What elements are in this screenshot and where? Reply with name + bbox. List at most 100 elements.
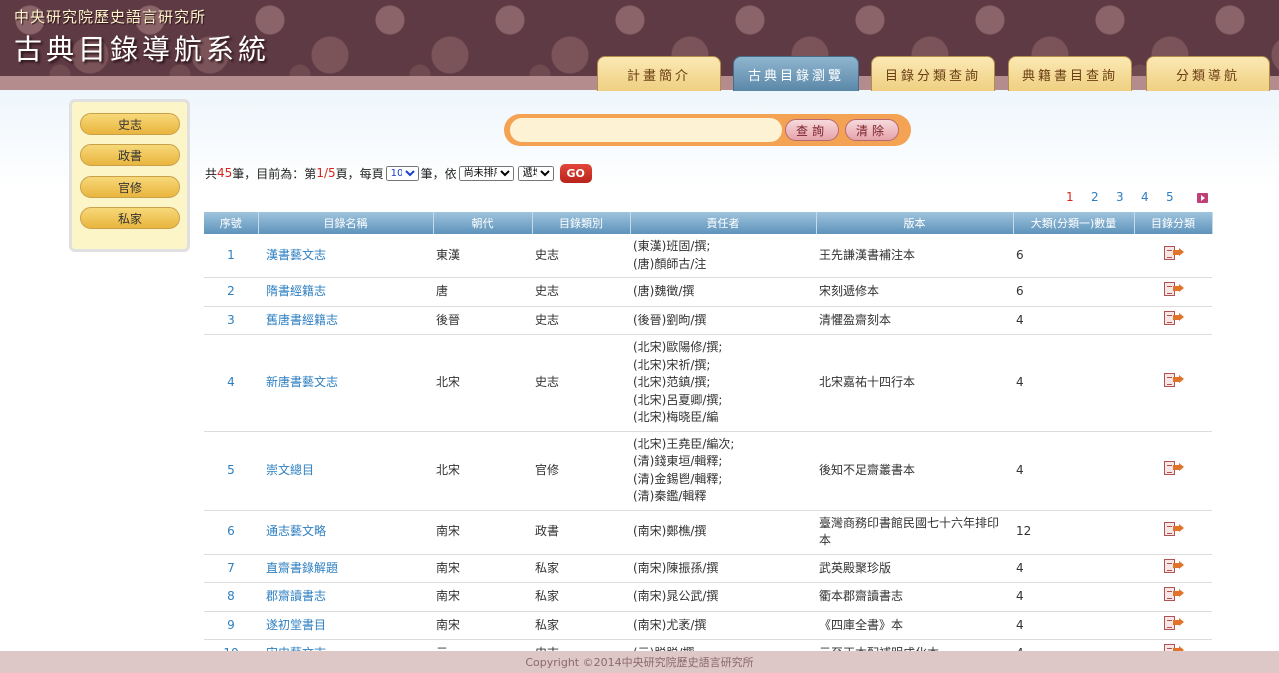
catalog-export-icon[interactable] [1164, 615, 1184, 630]
table-row: 6 通志藝文略 南宋 政書 (南宋)鄭樵/撰 臺灣商務印書館民國七十六年排印本 12 [204, 510, 1212, 555]
cell-count: 4 [1013, 611, 1134, 640]
arrow-shape [1173, 560, 1184, 569]
catalog-title-link[interactable]: 舊唐書經籍志 [266, 313, 338, 327]
cell-dynasty: 南宋 [433, 510, 532, 555]
cell-no: 7 [204, 554, 258, 583]
table-row: 8 郡齋讀書志 南宋 私家 (南宋)晁公武/撰 衢本郡齋讀書志 4 [204, 582, 1212, 612]
cell-title: 直齋書錄解題 [258, 554, 433, 583]
cell-dynasty: 東漢 [433, 234, 532, 278]
cell-edition: 宋刻遞修本 [816, 277, 1013, 307]
cell-no: 5 [204, 431, 258, 511]
catalog-title-link[interactable]: 崇文總目 [266, 463, 314, 477]
table-row: 9 遂初堂書目 南宋 私家 (南宋)尤袤/撰 《四庫全書》本 4 [204, 611, 1212, 640]
col-header-edition: 版本 [816, 212, 1014, 234]
catalog-export-icon[interactable] [1164, 373, 1184, 387]
col-header-catalog-class: 目錄分類 [1134, 212, 1213, 234]
sidebar-menu: 史志 政書 官修 私家 [69, 99, 190, 252]
catalog-title-link[interactable]: 通志藝文略 [266, 524, 326, 538]
sort-select[interactable]: 尚未排序 [458, 165, 514, 181]
row-number-link[interactable]: 2 [227, 284, 235, 298]
catalog-export-icon[interactable] [1164, 522, 1184, 537]
cell-category: 史志 [532, 277, 630, 307]
query-button[interactable]: 查詢 [785, 119, 839, 141]
search-input[interactable] [510, 118, 782, 142]
tab-project-intro[interactable]: 計畫簡介 [597, 56, 721, 91]
catalog-export-icon[interactable] [1164, 587, 1184, 601]
sidebar-item-zhengshu[interactable]: 政書 [80, 144, 180, 166]
per-page-select[interactable]: 10 [385, 165, 419, 181]
cell-responsibility: (北宋)王堯臣/編次; (清)錢東垣/輯釋; (清)金錫鬯/輯釋; (清)秦鑑/輯釋 [630, 431, 816, 511]
responsibility-line: (北宋)王堯臣/編次; [633, 436, 735, 451]
cell-edition: 清懼盈齋刻本 [816, 306, 1013, 335]
tab-category-navigation[interactable]: 分類導航 [1146, 56, 1270, 91]
cell-category: 史志 [532, 334, 630, 432]
cell-no: 9 [204, 611, 258, 640]
responsibility-line: (清)金錫鬯/輯釋; [633, 471, 723, 486]
row-number-link[interactable]: 1 [227, 248, 235, 262]
page-link-3[interactable]: 3 [1116, 190, 1124, 206]
order-select[interactable]: 遞增 [517, 165, 554, 181]
sidebar-item-guanxiu[interactable]: 官修 [80, 176, 180, 198]
cell-responsibility: (南宋)晁公武/撰 [630, 582, 816, 612]
cell-edition: 後知不足齋叢書本 [816, 431, 1013, 511]
catalog-export-icon[interactable] [1164, 558, 1184, 573]
cell-count: 4 [1013, 334, 1134, 432]
total-prefix: 共 [205, 166, 218, 181]
catalog-export-icon[interactable] [1164, 282, 1184, 296]
sidebar-item-sijia[interactable]: 私家 [80, 207, 180, 229]
arrow-shape [1173, 589, 1184, 597]
cell-responsibility: (南宋)陳振孫/撰 [630, 554, 816, 583]
footer: Copyright ©2014中央研究院歷史語言研究所 [0, 651, 1279, 673]
cell-no: 1 [204, 234, 258, 278]
clear-button[interactable]: 清除 [845, 119, 899, 141]
catalog-title-link[interactable]: 直齋書錄解題 [266, 561, 338, 575]
responsibility-line: (唐)顏師古/注 [633, 256, 707, 271]
cell-title: 通志藝文略 [258, 510, 433, 555]
row-number-link[interactable]: 8 [227, 589, 235, 603]
arrow-shape [1173, 312, 1184, 321]
cell-title: 郡齋讀書志 [258, 582, 433, 612]
next-page-icon[interactable] [1197, 193, 1208, 203]
page-link-4[interactable]: 4 [1141, 190, 1149, 206]
row-number-link[interactable]: 9 [227, 618, 235, 632]
catalog-export-icon[interactable] [1164, 245, 1184, 260]
cell-title: 崇文總目 [258, 431, 433, 511]
sidebar-item-shizhi[interactable]: 史志 [80, 113, 180, 135]
cell-catalog-class [1134, 306, 1212, 335]
cell-title: 遂初堂書目 [258, 611, 433, 640]
col-header-responsibility: 責任者 [630, 212, 817, 234]
responsibility-line: (清)秦鑑/輯釋 [633, 489, 707, 503]
row-number-link[interactable]: 3 [227, 313, 235, 327]
responsibility-line: (後晉)劉昫/撰 [633, 312, 707, 327]
catalog-title-link[interactable]: 遂初堂書目 [266, 618, 326, 632]
catalog-export-icon[interactable] [1164, 460, 1184, 475]
row-number-link[interactable]: 6 [227, 524, 235, 538]
per-page-suffix: 筆，依 [420, 166, 457, 181]
page-link-1[interactable]: 1 [1066, 190, 1074, 206]
catalog-export-icon[interactable] [1164, 310, 1184, 325]
tab-catalog-category-search[interactable]: 目錄分類查詢 [871, 56, 995, 91]
catalog-title-link[interactable]: 郡齋讀書志 [266, 589, 326, 603]
cell-category: 私家 [532, 554, 630, 583]
responsibility-line: (唐)魏徵/撰 [633, 284, 695, 298]
col-header-title: 目錄名稱 [258, 212, 434, 234]
go-button[interactable]: GO [559, 163, 592, 183]
result-controls: 共 45 筆，目前為：第 1/5 頁，每頁 10 筆，依 尚未排序 遞增 GO [205, 163, 592, 183]
cell-dynasty: 北宋 [433, 334, 532, 432]
row-number-link[interactable]: 4 [227, 375, 235, 389]
catalog-title-link[interactable]: 隋書經籍志 [266, 284, 326, 298]
cell-count: 4 [1013, 582, 1134, 612]
row-number-link[interactable]: 5 [227, 463, 235, 477]
arrow-shape [1173, 462, 1184, 471]
catalog-title-link[interactable]: 漢書藝文志 [266, 248, 326, 262]
table-row: 7 直齋書錄解題 南宋 私家 (南宋)陳振孫/撰 武英殿聚珍版 4 [204, 554, 1212, 583]
tab-catalog-browse[interactable]: 古典目錄瀏覽 [733, 56, 859, 91]
cell-count: 4 [1013, 431, 1134, 511]
cell-category: 私家 [532, 582, 630, 612]
page-link-2[interactable]: 2 [1091, 190, 1099, 206]
tab-classic-bibliography-search[interactable]: 典籍書目查詢 [1008, 56, 1132, 91]
catalog-title-link[interactable]: 新唐書藝文志 [266, 375, 338, 389]
page-link-5[interactable]: 5 [1166, 190, 1174, 206]
responsibility-line: (南宋)晁公武/撰 [633, 589, 719, 603]
row-number-link[interactable]: 7 [227, 561, 235, 575]
